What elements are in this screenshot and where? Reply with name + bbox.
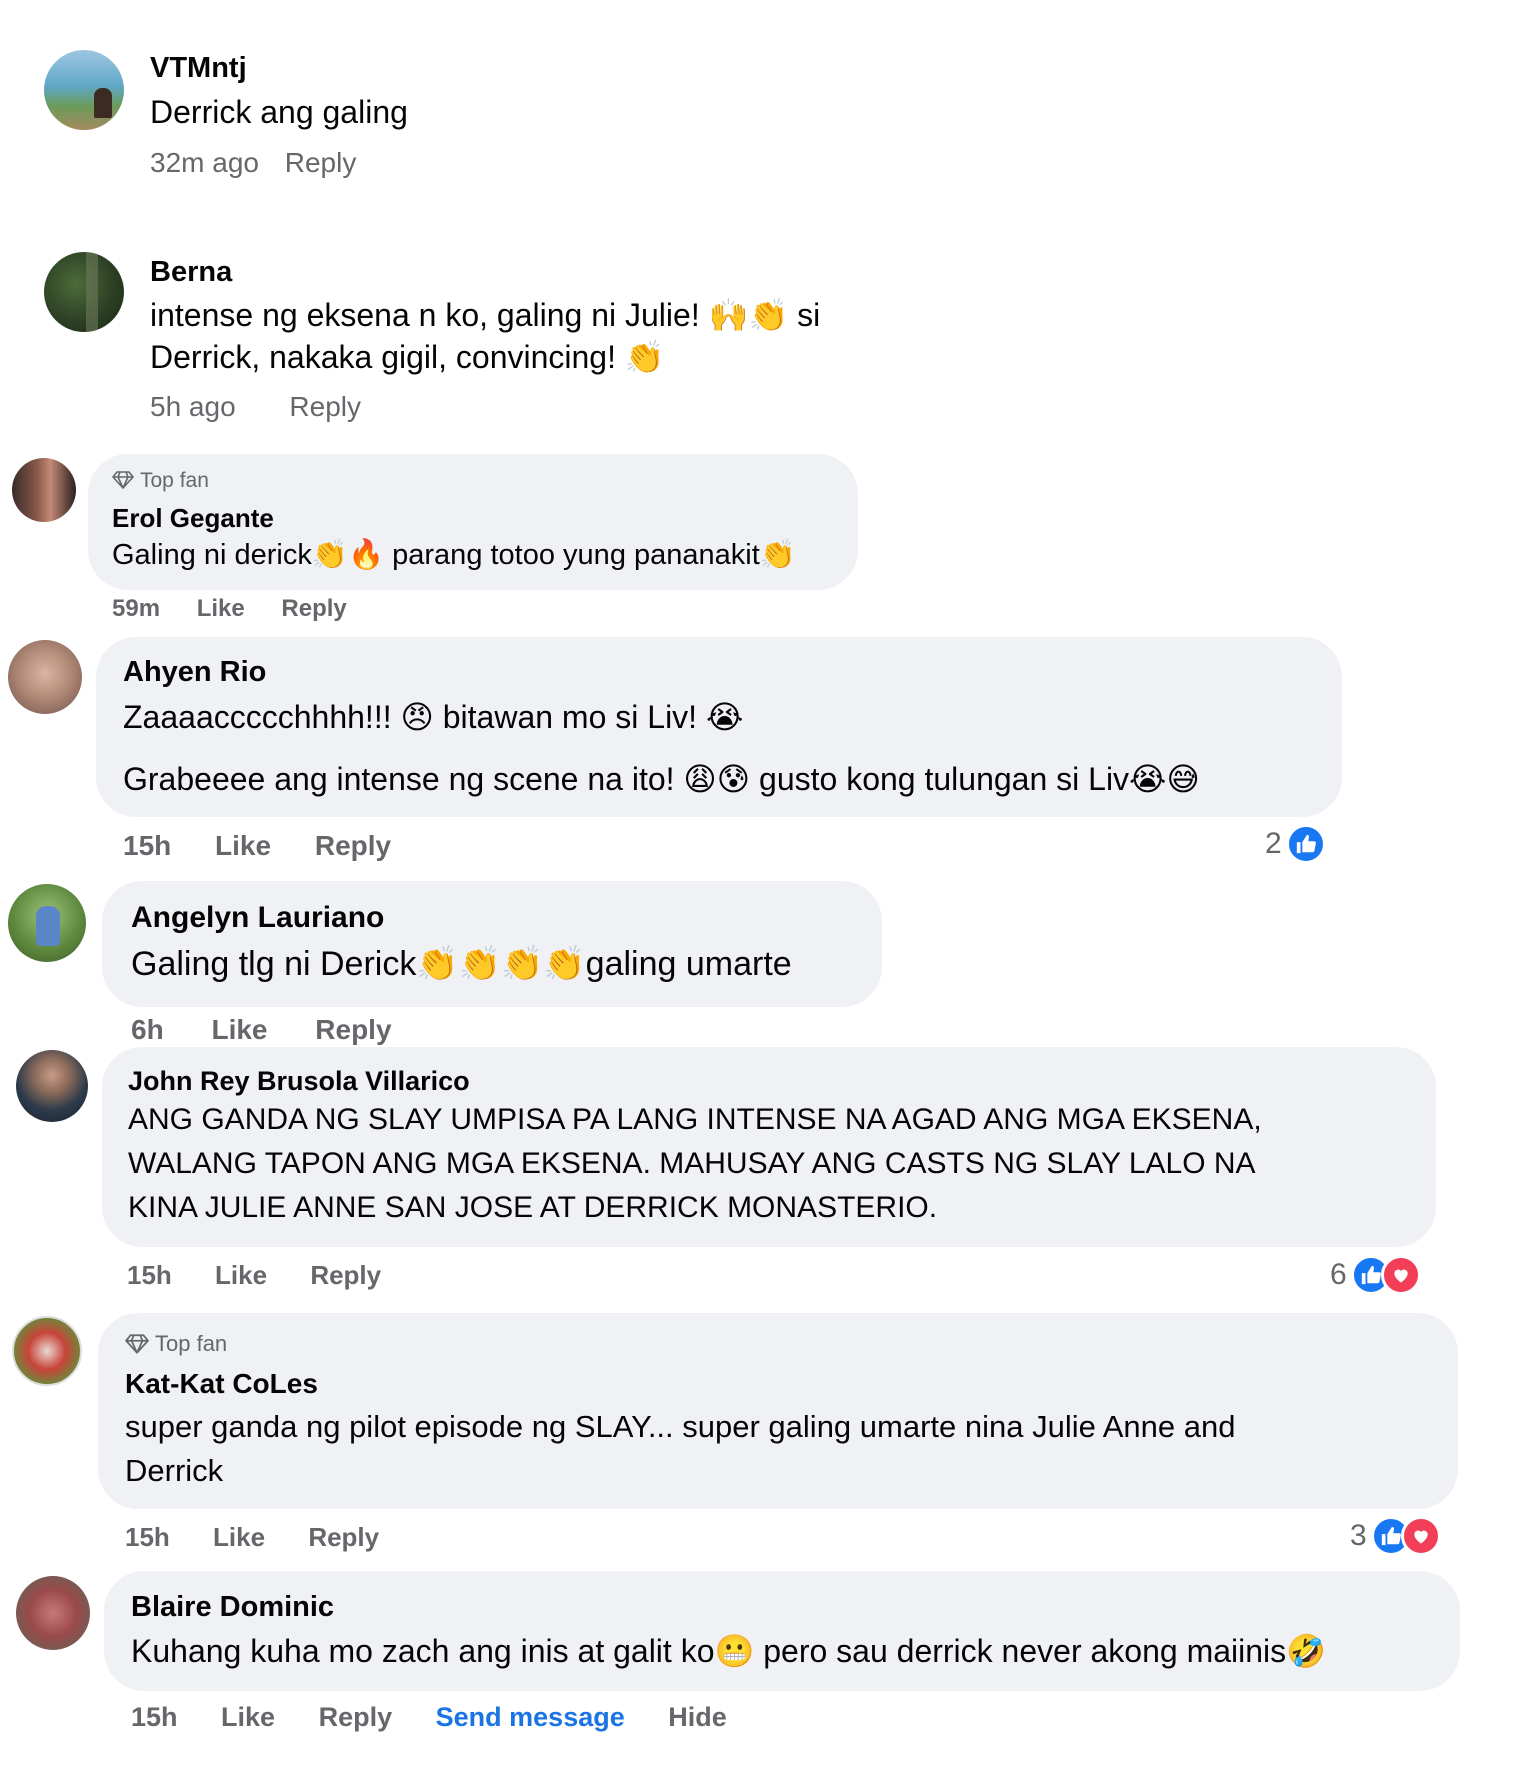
top-fan-badge: Top fan — [112, 469, 209, 493]
comment-text: Galing tlg ni Derick👏👏👏👏galing umarte — [131, 945, 792, 983]
reply-button[interactable]: Reply — [281, 595, 346, 623]
avatar[interactable] — [12, 458, 76, 522]
like-button[interactable]: Like — [215, 1260, 267, 1291]
timestamp: 59m — [112, 595, 161, 622]
comment-text: Zaaaaccccchhhh!!! 😠 bitawan mo si Liv! 😭 — [123, 699, 744, 735]
reply-button[interactable]: Reply — [319, 1702, 393, 1733]
timestamp: 15h — [123, 830, 172, 861]
timestamp: 32m ago — [150, 147, 259, 178]
like-button[interactable]: Like — [215, 830, 271, 862]
diamond-icon — [125, 1334, 149, 1354]
reaction-count: 6 — [1330, 1258, 1347, 1291]
hide-button[interactable]: Hide — [668, 1702, 727, 1733]
comment-text: super ganda ng pilot episode ng SLAY... … — [125, 1409, 1236, 1444]
reaction-count: 2 — [1265, 827, 1282, 860]
comment-meta: 15h Like Reply — [123, 830, 391, 862]
commenter-name[interactable]: Erol Gegante — [112, 503, 274, 534]
comment-bubble — [104, 1571, 1460, 1691]
comment-meta: 32m ago Reply — [150, 147, 356, 179]
like-reaction-icon — [1285, 824, 1326, 864]
avatar[interactable] — [16, 1050, 88, 1122]
commenter-name[interactable]: Kat-Kat CoLes — [125, 1368, 318, 1400]
like-button[interactable]: Like — [221, 1702, 275, 1733]
comment-meta: 15h Like Reply Send message Hide — [131, 1702, 727, 1733]
love-reaction-icon — [1380, 1255, 1421, 1295]
timestamp: 15h — [125, 1522, 170, 1552]
avatar[interactable] — [16, 1576, 90, 1650]
comment-text: Galing ni derick👏🔥 parang totoo yung pan… — [112, 539, 796, 571]
comment-text: intense ng eksena n ko, galing ni Julie!… — [150, 297, 821, 333]
love-reaction-icon — [1400, 1516, 1441, 1556]
comment-meta: 6h Like Reply — [131, 1014, 392, 1046]
like-button[interactable]: Like — [213, 1522, 265, 1553]
commenter-name[interactable]: John Rey Brusola Villarico — [128, 1066, 470, 1097]
top-fan-label: Top fan — [155, 1331, 228, 1356]
send-message-link[interactable]: Send message — [436, 1702, 625, 1733]
comment-text: ANG GANDA NG SLAY UMPISA PA LANG INTENSE… — [128, 1103, 1262, 1136]
avatar[interactable] — [44, 252, 124, 332]
reply-button[interactable]: Reply — [315, 1014, 391, 1046]
reply-button[interactable]: Reply — [289, 391, 361, 423]
timestamp: 5h ago — [150, 391, 236, 422]
reply-button[interactable]: Reply — [315, 830, 391, 862]
top-fan-label: Top fan — [140, 469, 209, 492]
comment-meta: 5h ago Reply — [150, 391, 361, 423]
reply-button[interactable]: Reply — [310, 1260, 381, 1291]
commenter-name[interactable]: Angelyn Lauriano — [131, 901, 384, 935]
comment-meta: 15h Like Reply — [127, 1260, 381, 1291]
like-button[interactable]: Like — [211, 1014, 267, 1046]
reaction-summary[interactable]: 6 — [1330, 1255, 1421, 1295]
commenter-name[interactable]: Berna — [150, 256, 232, 289]
commenter-name[interactable]: Ahyen Rio — [123, 656, 266, 689]
avatar[interactable] — [8, 640, 82, 714]
reaction-count: 3 — [1350, 1519, 1367, 1552]
timestamp: 15h — [127, 1260, 172, 1290]
comment-text: WALANG TAPON ANG MGA EKSENA. MAHUSAY ANG… — [128, 1147, 1256, 1180]
reaction-summary[interactable]: 3 — [1350, 1516, 1441, 1556]
comment-meta: 59m Like Reply — [112, 595, 347, 623]
top-fan-badge: Top fan — [125, 1331, 227, 1357]
comment-meta: 15h Like Reply — [125, 1522, 379, 1553]
reply-button[interactable]: Reply — [285, 147, 357, 179]
comment-text: Derrick, nakaka gigil, convincing! 👏 — [150, 339, 665, 375]
timestamp: 15h — [131, 1702, 178, 1732]
timestamp: 6h — [131, 1014, 164, 1045]
avatar[interactable] — [12, 1316, 82, 1386]
reaction-summary[interactable]: 2 — [1265, 824, 1326, 864]
like-button[interactable]: Like — [197, 595, 245, 623]
comment-text: Derrick ang galing — [150, 94, 408, 130]
comment-text: Kuhang kuha mo zach ang inis at galit ko… — [131, 1633, 1326, 1669]
commenter-name[interactable]: VTMntj — [150, 52, 247, 85]
commenter-name[interactable]: Blaire Dominic — [131, 1591, 334, 1624]
diamond-icon — [112, 471, 134, 489]
reply-button[interactable]: Reply — [308, 1522, 379, 1553]
comment-text: Derrick — [125, 1453, 224, 1488]
comment-text: Grabeeee ang intense ng scene na ito! 😩😰… — [123, 761, 1200, 797]
comment-text: KINA JULIE ANNE SAN JOSE AT DERRICK MONA… — [128, 1191, 938, 1224]
avatar[interactable] — [8, 884, 86, 962]
avatar[interactable] — [44, 50, 124, 130]
